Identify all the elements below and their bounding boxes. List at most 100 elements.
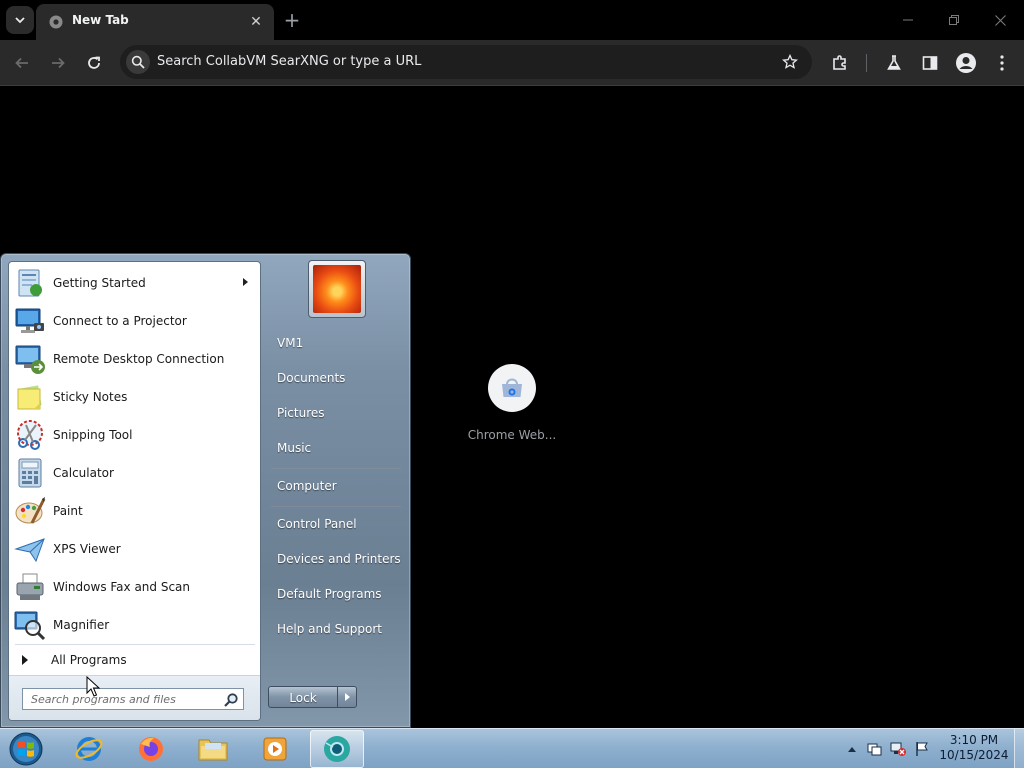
- start-search-box: [22, 688, 244, 710]
- shortcut-tile: [488, 364, 536, 412]
- program-item-xps-viewer[interactable]: XPS Viewer: [11, 530, 260, 568]
- chrome-app-icon: [324, 736, 350, 762]
- right-item-vm1[interactable]: VM1: [269, 329, 405, 359]
- right-item-computer[interactable]: Computer: [269, 472, 405, 502]
- menu-button[interactable]: [988, 49, 1016, 77]
- reload-icon: [88, 56, 100, 69]
- start-button[interactable]: [6, 730, 46, 768]
- internet-explorer-icon: [75, 737, 103, 761]
- program-item-magnifier[interactable]: Magnifier: [11, 606, 260, 644]
- right-item-label: Devices and Printers: [277, 552, 401, 566]
- shutdown-options-button[interactable]: [337, 686, 357, 708]
- tray-flag[interactable]: [913, 740, 931, 758]
- fax-scan-icon: [16, 573, 44, 600]
- xps-viewer-icon: [14, 538, 45, 563]
- program-item-connect-to-a-projector[interactable]: Connect to a Projector: [11, 302, 260, 340]
- program-label: Snipping Tool: [53, 428, 133, 442]
- bookmark-star-icon[interactable]: [780, 52, 800, 72]
- tab-title: New Tab: [72, 13, 129, 27]
- taskbar-chrome[interactable]: [310, 730, 364, 768]
- profile-avatar-icon: [956, 53, 976, 73]
- start-menu-programs-pane: Getting Started Connect to a Projector R…: [8, 261, 261, 721]
- tab-close-icon[interactable]: ✕: [246, 12, 266, 32]
- flower-avatar: [313, 265, 361, 313]
- remote-desktop-icon: [15, 345, 45, 374]
- program-label: Windows Fax and Scan: [53, 580, 191, 594]
- tab-search-button[interactable]: [6, 6, 34, 34]
- taskbar-internet-explorer[interactable]: [62, 730, 116, 768]
- program-label: Connect to a Projector: [53, 314, 187, 328]
- program-label: Paint: [53, 504, 83, 518]
- getting-started-icon: [18, 269, 42, 297]
- close-window-button[interactable]: [986, 8, 1014, 32]
- program-item-paint[interactable]: Paint: [11, 492, 260, 530]
- sticky-notes-icon: [17, 385, 42, 410]
- close-icon: [994, 14, 1006, 26]
- programs-separator: [15, 644, 255, 645]
- start-search-input[interactable]: [23, 689, 219, 709]
- program-item-remote-desktop-connection[interactable]: Remote Desktop Connection: [11, 340, 260, 378]
- clock-time: 3:10 PM: [949, 733, 999, 747]
- right-item-label: Pictures: [277, 406, 325, 420]
- right-item-documents[interactable]: Documents: [269, 364, 405, 394]
- new-tab-button[interactable]: +: [280, 8, 304, 32]
- program-item-getting-started[interactable]: Getting Started: [11, 264, 260, 302]
- right-item-pictures[interactable]: Pictures: [269, 399, 405, 429]
- program-item-snipping-tool[interactable]: Snipping Tool: [11, 416, 260, 454]
- chevron-down-icon: [15, 17, 25, 24]
- kebab-menu-icon: [1000, 55, 1004, 71]
- puzzle-icon: [833, 55, 846, 70]
- right-item-help-and-support[interactable]: Help and Support: [269, 615, 405, 645]
- minimize-button[interactable]: [894, 8, 922, 32]
- address-bar[interactable]: Search CollabVM SearXNG or type a URL: [120, 45, 812, 79]
- system-clock[interactable]: 3:10 PM 10/15/2024: [935, 733, 1013, 763]
- program-item-calculator[interactable]: Calculator: [11, 454, 260, 492]
- search-icon: [126, 50, 150, 74]
- profile-button[interactable]: [952, 49, 980, 77]
- reload-button[interactable]: [80, 49, 108, 77]
- taskbar-firefox[interactable]: [124, 730, 178, 768]
- program-item-sticky-notes[interactable]: Sticky Notes: [11, 378, 260, 416]
- taskbar-file-explorer[interactable]: [186, 730, 240, 768]
- extensions-button[interactable]: [826, 49, 854, 77]
- side-panel-button[interactable]: [916, 49, 944, 77]
- projector-icon: [15, 308, 44, 333]
- search-icon[interactable]: [223, 692, 239, 708]
- right-item-label: Computer: [277, 479, 337, 493]
- chrome-favicon-icon: [49, 15, 63, 29]
- all-programs-button[interactable]: All Programs: [11, 648, 260, 672]
- lock-button[interactable]: Lock: [268, 686, 338, 708]
- tab-new-tab[interactable]: New Tab ✕: [36, 4, 274, 40]
- right-item-label: Control Panel: [277, 517, 357, 531]
- windows-orb-icon: [9, 732, 43, 766]
- restore-button[interactable]: [940, 8, 968, 32]
- program-label: XPS Viewer: [53, 542, 121, 556]
- shortcut-label: Chrome Web...: [467, 428, 557, 442]
- tray-show-hidden-icons[interactable]: [843, 740, 861, 758]
- right-item-devices-and-printers[interactable]: Devices and Printers: [269, 545, 405, 575]
- tray-action-center[interactable]: [865, 740, 883, 758]
- tray-network[interactable]: [889, 740, 907, 758]
- right-item-control-panel[interactable]: Control Panel: [269, 510, 405, 540]
- right-item-label: Default Programs: [277, 587, 382, 601]
- all-programs-label: All Programs: [51, 653, 127, 667]
- taskbar-media-player[interactable]: [248, 730, 302, 768]
- back-button[interactable]: [8, 49, 36, 77]
- show-desktop-button[interactable]: [1014, 729, 1024, 768]
- forward-button[interactable]: [44, 49, 72, 77]
- right-item-default-programs[interactable]: Default Programs: [269, 580, 405, 610]
- program-item-windows-fax-and-scan[interactable]: Windows Fax and Scan: [11, 568, 260, 606]
- start-search-area: [9, 675, 260, 720]
- right-item-music[interactable]: Music: [269, 434, 405, 464]
- labs-button[interactable]: [880, 49, 908, 77]
- right-item-label: Music: [277, 441, 312, 455]
- user-account-picture[interactable]: [308, 260, 366, 318]
- right-pane-separator: [271, 468, 401, 469]
- taskbar: 3:10 PM 10/15/2024: [0, 728, 1024, 768]
- program-label: Getting Started: [53, 276, 146, 290]
- toolbar-divider: [866, 54, 867, 72]
- snipping-tool-icon: [17, 420, 43, 450]
- program-label: Magnifier: [53, 618, 110, 632]
- ntp-shortcut-chrome-web-store[interactable]: Chrome Web...: [460, 364, 564, 454]
- tab-strip: New Tab ✕ +: [0, 0, 1024, 40]
